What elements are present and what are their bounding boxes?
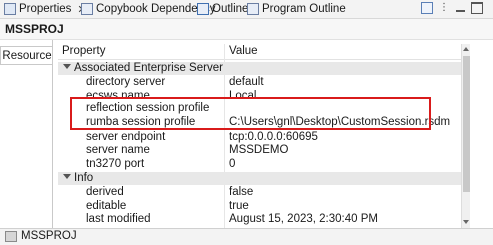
category-label: Associated Enterprise Server xyxy=(74,62,223,74)
table-row[interactable]: last modified August 15, 2023, 2:30:40 P… xyxy=(58,213,461,226)
vertical-scrollbar[interactable] xyxy=(461,44,470,228)
table-row[interactable]: tn3270 port 0 xyxy=(58,158,461,171)
table-row[interactable]: directory server default xyxy=(58,76,461,89)
properties-icon xyxy=(4,3,16,15)
property-key: editable xyxy=(86,200,127,212)
category-label: Info xyxy=(74,172,94,184)
property-key: tn3270 port xyxy=(86,158,145,170)
outline-icon xyxy=(197,3,209,15)
properties-header: MSSPROJ xyxy=(0,19,493,40)
property-value: MSSDEMO xyxy=(229,144,289,156)
view-tab-bar: Properties ✕ Copybook Dependency Outline… xyxy=(0,0,493,19)
minimize-icon[interactable] xyxy=(455,2,467,14)
property-value: default xyxy=(229,76,264,88)
status-bar: MSSPROJ xyxy=(0,228,493,245)
property-value: true xyxy=(229,200,249,212)
property-key: last modified xyxy=(86,213,151,225)
tab-outline-label: Outline xyxy=(212,3,249,15)
property-value: tcp:0.0.0.0:60695 xyxy=(229,131,318,143)
tab-program-outline-label: Program Outline xyxy=(262,3,346,15)
category-row[interactable]: Info xyxy=(58,172,461,185)
sidebar-divider xyxy=(52,40,53,228)
tab-properties[interactable]: Properties ✕ xyxy=(4,1,87,17)
new-editor-icon[interactable] xyxy=(421,2,433,14)
chevron-down-icon[interactable] xyxy=(63,174,71,179)
property-value: 0 xyxy=(229,158,236,170)
program-outline-icon xyxy=(247,3,259,15)
column-header-value: Value xyxy=(229,45,258,57)
category-row[interactable]: Associated Enterprise Server xyxy=(58,62,461,75)
scroll-down-icon[interactable] xyxy=(463,220,469,224)
scrollbar-thumb[interactable] xyxy=(463,56,470,192)
view-menu-icon[interactable]: ⋮ xyxy=(439,2,451,14)
copybook-icon xyxy=(81,3,93,15)
tab-program-outline[interactable]: Program Outline xyxy=(247,1,346,17)
property-value: August 15, 2023, 2:30:40 PM xyxy=(229,213,378,225)
project-icon xyxy=(5,231,17,242)
chevron-down-icon[interactable] xyxy=(63,64,71,69)
highlight-box xyxy=(70,97,431,130)
property-value: false xyxy=(229,186,254,198)
property-key: derived xyxy=(86,186,124,198)
tab-resource-label: Resource xyxy=(2,49,52,62)
status-label: MSSPROJ xyxy=(21,230,77,242)
property-key: directory server xyxy=(86,76,166,88)
table-header: Property Value xyxy=(58,44,461,60)
scroll-up-icon[interactable] xyxy=(463,47,469,51)
table-row[interactable]: server endpoint tcp:0.0.0.0:60695 xyxy=(58,131,461,144)
tab-copybook-dependency[interactable]: Copybook Dependency xyxy=(81,1,216,17)
page-title: MSSPROJ xyxy=(5,22,64,36)
tab-properties-label: Properties xyxy=(19,3,72,15)
tab-outline[interactable]: Outline xyxy=(197,1,248,17)
tab-resource[interactable]: Resource xyxy=(0,46,53,65)
property-key: server name xyxy=(86,144,150,156)
table-row[interactable]: editable true xyxy=(58,200,461,213)
maximize-icon[interactable] xyxy=(471,2,483,14)
table-row[interactable]: derived false xyxy=(58,186,461,199)
property-key: server endpoint xyxy=(86,131,166,143)
property-table: Property Value Associated Enterprise Ser… xyxy=(58,44,461,228)
table-row[interactable]: server name MSSDEMO xyxy=(58,144,461,157)
column-header-property: Property xyxy=(62,45,106,57)
